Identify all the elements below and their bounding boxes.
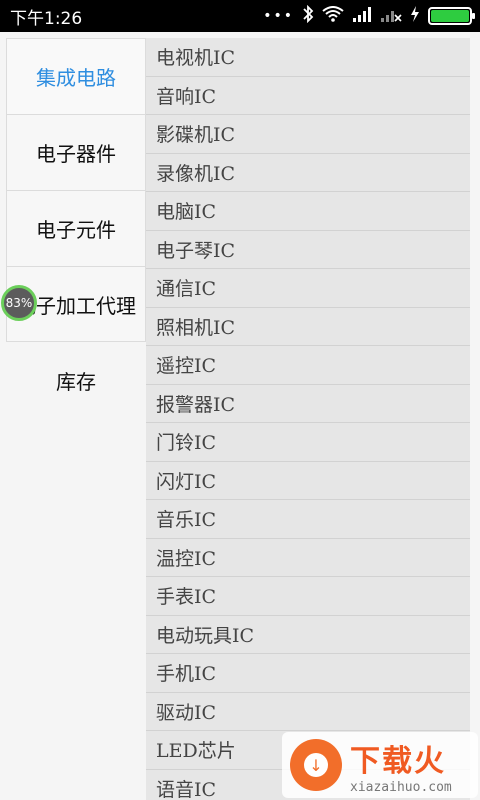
list-item[interactable]: 遥控IC xyxy=(146,346,470,385)
list-item-label: 驱动IC xyxy=(156,701,217,724)
list-item-label: 遥控IC xyxy=(156,355,217,378)
list-item-label: 电动玩具IC xyxy=(156,624,255,647)
list-item-label: 报警器IC xyxy=(156,393,236,416)
list-item-label: 影碟机IC xyxy=(156,124,236,147)
list-item[interactable]: 温控IC xyxy=(146,538,470,577)
list-item-label: 手表IC xyxy=(156,586,217,609)
list-item[interactable]: 通信IC xyxy=(146,269,470,308)
list-item[interactable]: 照相机IC xyxy=(146,307,470,346)
list-item-label: 门铃IC xyxy=(156,432,217,455)
list-item[interactable]: 影碟机IC xyxy=(146,115,470,154)
list-item-label: 音乐IC xyxy=(156,509,217,532)
watermark-title: 下载火 xyxy=(350,743,446,779)
list-item-label: 电视机IC xyxy=(156,47,236,70)
bluetooth-icon xyxy=(302,4,314,28)
status-bar: 下午1:26 ••• xyxy=(0,0,480,32)
category-label: 集成电路 xyxy=(36,66,116,90)
category-electronic-components[interactable]: 电子元件 xyxy=(6,190,146,266)
notification-dots-icon: ••• xyxy=(263,8,294,24)
list-item[interactable]: 门铃IC xyxy=(146,423,470,462)
status-time: 下午1:26 xyxy=(10,8,83,29)
no-signal-icon xyxy=(380,6,402,27)
list-item-label: LED芯片 xyxy=(156,740,236,763)
list-item-label: 照相机IC xyxy=(156,316,236,339)
list-item-label: 闪灯IC xyxy=(156,470,217,493)
list-item[interactable]: 音乐IC xyxy=(146,500,470,539)
list-item-label: 温控IC xyxy=(156,547,217,570)
list-item[interactable]: 手表IC xyxy=(146,577,470,616)
category-integrated-circuit[interactable]: 集成电路 xyxy=(6,38,146,114)
download-arrow-icon: ↓ xyxy=(304,753,328,777)
floating-memory-bubble[interactable]: 83% xyxy=(1,285,37,321)
flame-logo-icon: ↓ xyxy=(290,739,342,791)
battery-fill xyxy=(431,10,469,22)
wifi-icon xyxy=(322,5,344,27)
category-sidebar: 集成电路 电子器件 电子元件 电子加工代理 库存 xyxy=(6,38,146,418)
list-item[interactable]: 驱动IC xyxy=(146,692,470,731)
watermark-logo: ↓ 下载火 xiazaihuo.com xyxy=(282,732,478,798)
list-item[interactable]: 音响IC xyxy=(146,76,470,115)
status-icons: ••• xyxy=(263,4,475,28)
battery-icon xyxy=(428,7,475,25)
list-item[interactable]: 录像机IC xyxy=(146,153,470,192)
list-item-label: 录像机IC xyxy=(156,162,236,185)
list-item-label: 电子琴IC xyxy=(156,239,236,262)
bubble-text: 83% xyxy=(5,296,33,310)
charging-icon xyxy=(410,5,420,27)
list-item[interactable]: 报警器IC xyxy=(146,384,470,423)
list-item-label: 电脑IC xyxy=(156,201,217,224)
list-item-label: 语音IC xyxy=(156,778,217,800)
list-item[interactable]: 电子琴IC xyxy=(146,230,470,269)
subcategory-list: 电视机IC 音响IC 影碟机IC 录像机IC 电脑IC 电子琴IC 通信IC 照… xyxy=(146,38,470,800)
signal-icon xyxy=(352,6,372,27)
category-inventory[interactable]: 库存 xyxy=(6,342,146,418)
category-label: 电子元件 xyxy=(36,218,116,242)
list-item-label: 手机IC xyxy=(156,663,217,686)
list-item[interactable]: 电脑IC xyxy=(146,192,470,231)
list-item-label: 通信IC xyxy=(156,278,217,301)
watermark-domain: xiazaihuo.com xyxy=(350,779,452,795)
list-item[interactable]: 电动玩具IC xyxy=(146,615,470,654)
category-label: 库存 xyxy=(56,369,96,394)
list-item[interactable]: 闪灯IC xyxy=(146,461,470,500)
category-electronic-devices[interactable]: 电子器件 xyxy=(6,114,146,190)
list-item[interactable]: 电视机IC xyxy=(146,38,470,77)
category-label: 电子器件 xyxy=(36,142,116,166)
watermark-texts: 下载火 xiazaihuo.com xyxy=(350,736,452,795)
list-item-label: 音响IC xyxy=(156,85,217,108)
list-item[interactable]: 手机IC xyxy=(146,654,470,693)
